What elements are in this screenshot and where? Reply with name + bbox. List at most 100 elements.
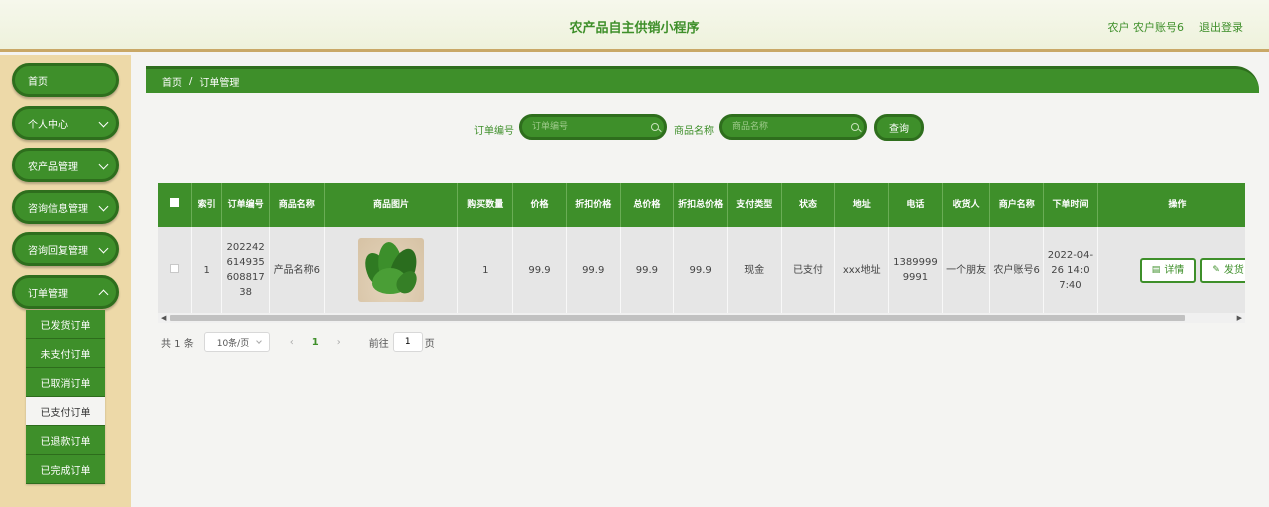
chevron-down-icon (255, 338, 262, 344)
goto-label: 前往 (368, 338, 389, 350)
page-suffix: 页 (424, 338, 435, 350)
chevron-down-icon (98, 201, 109, 212)
scrollbar-thumb[interactable] (170, 315, 1185, 321)
sidebar-item-orders[interactable]: 订单管理 (12, 275, 119, 309)
submenu-completed-orders[interactable]: 已完成订单 (26, 455, 105, 484)
page-size-value: 10条/页 (216, 338, 250, 349)
ship-button[interactable]: ✎ 发货 (1200, 257, 1245, 283)
user-info: 农户 农户账号6 (1107, 21, 1185, 34)
app-title: 农产品自主供销小程序 (569, 21, 700, 36)
col-total: 总价格 (620, 183, 675, 227)
ship-button-label: 发货 (1223, 264, 1244, 276)
breadcrumb: 首页 / 订单管理 (146, 66, 1259, 93)
sidebar-item-label: 订单管理 (28, 288, 68, 300)
row-checkbox[interactable] (158, 227, 192, 313)
chevron-down-icon (98, 243, 109, 254)
chevron-up-icon (98, 289, 109, 300)
col-pay-type: 支付类型 (727, 183, 782, 227)
col-quantity: 购买数量 (457, 183, 514, 227)
sidebar-item-label: 首页 (28, 76, 48, 88)
product-image (358, 238, 425, 302)
col-status: 状态 (781, 183, 836, 227)
detail-button-label: 详情 (1164, 264, 1185, 276)
col-product-image: 商品图片 (324, 183, 459, 227)
submenu-unpaid-orders[interactable]: 未支付订单 (26, 339, 105, 368)
cell-phone: 13899999991 (888, 227, 943, 313)
breadcrumb-separator: / (189, 75, 193, 87)
cell-total: 99.9 (620, 227, 675, 313)
next-page-button[interactable]: › (337, 337, 341, 348)
col-address: 地址 (834, 183, 890, 227)
cell-order-no: 20224261493560881738 (221, 227, 270, 313)
breadcrumb-home[interactable]: 首页 (162, 74, 182, 89)
orders-submenu: 已发货订单 未支付订单 已取消订单 已支付订单 已退款订单 已完成订单 (26, 310, 105, 484)
col-index: 索引 (191, 183, 223, 227)
product-name-input[interactable] (719, 114, 867, 140)
edit-icon: ✎ (1212, 264, 1220, 275)
cell-discount-total: 99.9 (673, 227, 728, 313)
sidebar-item-label: 农产品管理 (28, 161, 78, 173)
sidebar-item-label: 咨询回复管理 (28, 245, 88, 257)
col-price: 价格 (512, 183, 567, 227)
cell-merchant: 农户账号6 (989, 227, 1045, 313)
sidebar-item-consult-reply[interactable]: 咨询回复管理 (12, 232, 119, 266)
detail-button[interactable]: ▤ 详情 (1139, 257, 1197, 283)
pagination: 共 1 条 10条/页 ‹ 1 › 前往 页 (161, 331, 435, 353)
col-discount-total: 折扣总价格 (673, 183, 728, 227)
submenu-cancelled-orders[interactable]: 已取消订单 (26, 368, 105, 397)
order-no-label: 订单编号 (474, 126, 514, 137)
page-size-select[interactable]: 10条/页 (203, 332, 270, 352)
sidebar-item-label: 个人中心 (28, 119, 68, 131)
document-icon: ▤ (1151, 264, 1161, 275)
col-order-no: 订单编号 (221, 183, 270, 227)
table-row: 1 20224261493560881738 产品名称6 1 99.9 99.9… (158, 227, 1245, 313)
scroll-left-arrow-icon[interactable]: ◀ (161, 313, 166, 323)
query-button[interactable]: 查询 (874, 114, 924, 141)
table-header-row: 索引 订单编号 商品名称 商品图片 购买数量 价格 折扣价格 总价格 折扣总价格… (158, 183, 1245, 227)
page-number[interactable]: 1 (312, 337, 319, 348)
sidebar-item-home[interactable]: 首页 (12, 63, 119, 97)
horizontal-scrollbar[interactable]: ◀ ▶ (158, 313, 1245, 323)
order-no-input[interactable] (519, 114, 667, 140)
submenu-shipped-orders[interactable]: 已发货订单 (26, 310, 105, 339)
col-discount-price: 折扣价格 (566, 183, 621, 227)
submenu-paid-orders[interactable]: 已支付订单 (26, 397, 105, 426)
product-name-label: 商品名称 (674, 126, 714, 137)
cell-discount-price: 99.9 (566, 227, 621, 313)
col-phone: 电话 (888, 183, 943, 227)
chevron-down-icon (98, 117, 109, 128)
prev-page-button[interactable]: ‹ (290, 337, 294, 348)
sidebar-item-products[interactable]: 农产品管理 (12, 148, 119, 182)
select-all-checkbox[interactable] (158, 183, 192, 227)
cell-actions: ▤ 详情 ✎ 发货 (1097, 227, 1245, 313)
search-icon (651, 123, 659, 131)
scroll-right-arrow-icon[interactable]: ▶ (1237, 313, 1242, 323)
cell-receiver: 一个朋友 (942, 227, 991, 313)
chevron-down-icon (98, 159, 109, 170)
cell-price: 99.9 (512, 227, 567, 313)
top-header: 农产品自主供销小程序 农户 农户账号6 退出登录 (0, 0, 1269, 52)
cell-product-image (324, 227, 459, 313)
cell-product-name: 产品名称6 (269, 227, 325, 313)
cell-quantity: 1 (457, 227, 514, 313)
col-product-name: 商品名称 (269, 183, 325, 227)
search-icon (851, 123, 859, 131)
sidebar-item-label: 咨询信息管理 (28, 203, 88, 215)
orders-table: 索引 订单编号 商品名称 商品图片 购买数量 价格 折扣价格 总价格 折扣总价格… (158, 183, 1245, 323)
col-order-time: 下单时间 (1043, 183, 1098, 227)
col-actions: 操作 (1097, 183, 1245, 227)
sidebar-item-consult-info[interactable]: 咨询信息管理 (12, 190, 119, 224)
total-count: 共 1 条 (161, 338, 194, 350)
cell-order-time: 2022-04-26 14:07:40 (1043, 227, 1098, 313)
cell-address: xxx地址 (834, 227, 890, 313)
submenu-refunded-orders[interactable]: 已退款订单 (26, 426, 105, 455)
cell-index: 1 (191, 227, 223, 313)
logout-link[interactable]: 退出登录 (1199, 19, 1243, 35)
col-merchant: 商户名称 (989, 183, 1045, 227)
cell-pay-type: 现金 (727, 227, 782, 313)
sidebar-item-personal-center[interactable]: 个人中心 (12, 106, 119, 140)
breadcrumb-current: 订单管理 (199, 77, 240, 89)
col-receiver: 收货人 (942, 183, 991, 227)
cell-status: 已支付 (781, 227, 836, 313)
goto-page-input[interactable] (392, 332, 423, 352)
